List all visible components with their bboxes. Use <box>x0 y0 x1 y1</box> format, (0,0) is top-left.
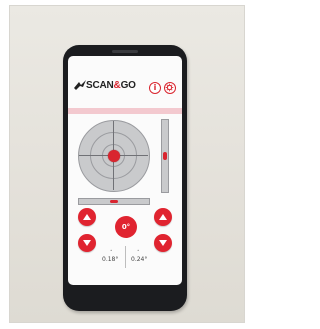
vertical-level-bubble <box>163 152 167 160</box>
zero-calibrate-button[interactable]: 0° <box>115 216 137 238</box>
phone-screen: SCAN&GO i 0° • 0.18° • 0.24° <box>68 56 182 285</box>
left-reading-marker: • <box>110 248 113 253</box>
left-down-button[interactable] <box>78 234 96 252</box>
gear-icon <box>165 83 174 92</box>
arrow-down-icon <box>159 240 167 246</box>
right-down-button[interactable] <box>154 234 172 252</box>
header-band <box>68 108 182 114</box>
right-angle-reading: 0.24° <box>131 256 148 263</box>
right-up-button[interactable] <box>154 208 172 226</box>
bullseye-level <box>78 120 150 192</box>
horizontal-level-bubble <box>110 200 118 203</box>
app-logo: SCAN&GO <box>86 80 136 91</box>
right-reading-marker: • <box>137 248 140 253</box>
left-angle-reading: 0.18° <box>102 256 119 263</box>
reading-divider <box>125 246 126 268</box>
vertical-level-track <box>161 119 169 193</box>
logo-go-text: GO <box>120 80 136 91</box>
arrow-up-icon <box>83 214 91 220</box>
horizontal-level-track <box>78 198 150 205</box>
phone-earpiece <box>112 50 138 53</box>
app-header: SCAN&GO i <box>68 56 182 106</box>
info-icon: i <box>153 83 157 92</box>
arrow-up-icon <box>159 214 167 220</box>
arrow-down-icon <box>83 240 91 246</box>
info-button[interactable]: i <box>149 82 161 94</box>
left-up-button[interactable] <box>78 208 96 226</box>
settings-button[interactable] <box>164 82 176 94</box>
bird-logo-icon <box>74 80 86 90</box>
logo-ampersand: & <box>113 80 121 91</box>
logo-scan-text: SCAN <box>86 80 114 91</box>
bullseye-bubble <box>108 150 120 162</box>
